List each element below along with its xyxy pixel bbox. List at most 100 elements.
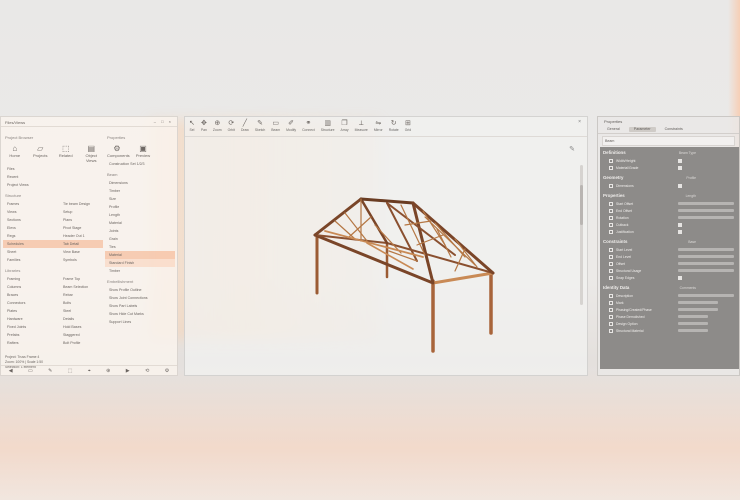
section-header[interactable]: Geometry Profile (603, 174, 736, 182)
list-item[interactable]: Regs Header Out 1 (3, 232, 103, 240)
check-item[interactable]: Show Part Labels (105, 302, 175, 310)
list-item[interactable]: Framing Frame Top (3, 275, 103, 283)
pencil-icon[interactable]: ✎ (48, 368, 52, 374)
add-icon[interactable]: ⊕ (106, 368, 110, 374)
back-icon[interactable]: ◀ (9, 368, 13, 374)
checkbox[interactable] (609, 307, 613, 312)
home-tile[interactable]: ⌂ Home (5, 144, 25, 163)
list-item[interactable]: Rafters Bolt Profile (3, 339, 103, 347)
value-field[interactable] (678, 262, 734, 265)
list-item[interactable]: Elevs Pivot Stage (3, 224, 103, 232)
property-search-input[interactable]: Beam (602, 136, 735, 146)
forward-icon[interactable]: ▶ (126, 368, 130, 374)
property-row[interactable]: Phase Demolished (603, 313, 736, 320)
window-controls[interactable]: – □ × (154, 119, 173, 124)
refresh-icon[interactable]: ⟲ (145, 368, 149, 374)
ribbon-beam[interactable]: ▭ Beam (271, 120, 280, 132)
list-item[interactable]: Families Symbols (3, 256, 103, 264)
checkbox[interactable] (609, 183, 613, 188)
prop-item[interactable]: Length (105, 211, 175, 219)
checkbox[interactable] (609, 275, 613, 280)
section-header[interactable]: Properties Length (603, 192, 736, 200)
ribbon-modify[interactable]: ✐ Modify (286, 120, 296, 132)
value-field[interactable] (678, 301, 718, 304)
property-row[interactable]: Start Offset (603, 200, 736, 207)
checkbox[interactable] (609, 293, 613, 298)
ribbon-orbit[interactable]: ⟳ Orbit (228, 120, 235, 132)
prop-item[interactable]: Grain (105, 235, 175, 243)
preview-tile[interactable]: ▣ Preview (133, 144, 153, 158)
value-field[interactable] (678, 248, 734, 251)
3d-viewport[interactable]: ↖ Sel ✥ Pan ⊕ Zoom ⟳ Orbit ╱ Draw ✎ Sketch ▭ Be… (184, 116, 588, 376)
value-field[interactable] (678, 329, 708, 332)
viewport-scrollbar[interactable] (580, 165, 583, 305)
value-check[interactable] (678, 275, 682, 280)
check-item[interactable]: Show Profile Outline (105, 286, 175, 294)
value-field[interactable] (678, 315, 708, 318)
gear-icon[interactable]: ⚙ (165, 368, 169, 374)
list-item[interactable]: Sections Plans (3, 216, 103, 224)
ribbon-draw[interactable]: ╱ Draw (241, 120, 249, 132)
property-row[interactable]: Snap Edges (603, 274, 736, 281)
value-field[interactable] (678, 216, 734, 219)
components-tile[interactable]: ⚙ Components (107, 144, 130, 158)
value-field[interactable] (678, 294, 734, 297)
list-item-selected[interactable]: Schedules Tab Detail (3, 240, 103, 248)
prop-item[interactable]: Size (105, 195, 175, 203)
property-row[interactable]: Dimensions (603, 182, 736, 189)
property-row[interactable]: Justification (603, 228, 736, 235)
timber-truss-model[interactable] (305, 195, 495, 355)
prop-item[interactable]: Dimensions (105, 179, 175, 187)
list-item[interactable]: Connectors Bolts (3, 299, 103, 307)
prop-item[interactable]: Timber (105, 187, 175, 195)
material-selected[interactable]: Standard Finish (105, 259, 175, 267)
ribbon-connect[interactable]: ⚭ Connect (302, 120, 315, 132)
property-row[interactable]: Material/Grade (603, 164, 736, 171)
property-row[interactable]: Cutback (603, 221, 736, 228)
property-row[interactable]: End Level (603, 253, 736, 260)
value-check[interactable] (678, 222, 682, 227)
ribbon-structure[interactable]: ▥ Structure (321, 120, 335, 132)
rafter[interactable] (359, 197, 389, 245)
section-header[interactable]: Identity Data Comments (603, 284, 736, 292)
value-field[interactable] (678, 322, 708, 325)
target-icon[interactable]: ⌖ (88, 368, 91, 374)
checkbox[interactable] (609, 328, 613, 333)
checkbox[interactable] (609, 300, 613, 305)
projects-tile[interactable]: ▱ Projects (31, 144, 51, 163)
check-item[interactable]: Show Hide Cut Marks (105, 310, 175, 318)
value-field[interactable] (678, 255, 734, 258)
prop-item[interactable]: Profile (105, 203, 175, 211)
ribbon-zoom[interactable]: ⊕ Zoom (213, 120, 222, 132)
property-row[interactable]: Mark (603, 299, 736, 306)
list-item[interactable]: Columns Beam Selection (3, 283, 103, 291)
check-item[interactable]: Show Joint Connections (105, 294, 175, 302)
checkbox[interactable] (609, 261, 613, 266)
checkbox[interactable] (609, 321, 613, 326)
property-row[interactable]: Rotation (603, 214, 736, 221)
property-row[interactable]: Offset (603, 260, 736, 267)
list-item[interactable]: Prefabs Staggered (3, 331, 103, 339)
prop-item[interactable]: Material (105, 219, 175, 227)
tab-parameter[interactable]: Parameter (628, 127, 656, 132)
checkbox[interactable] (609, 222, 613, 227)
checkbox[interactable] (609, 201, 613, 206)
nav-project-views[interactable]: Project Views (3, 181, 103, 189)
list-item[interactable]: Views Setup (3, 208, 103, 216)
list-item[interactable]: Frames Tie beam Design (3, 200, 103, 208)
property-row[interactable]: End Offset (603, 207, 736, 214)
list-item[interactable]: Plates Steel (3, 307, 103, 315)
ribbon-measure[interactable]: ⟂ Measure (355, 120, 368, 132)
ribbon-array[interactable]: ❐ Array (341, 120, 349, 132)
ribbon-rotate[interactable]: ↻ Rotate (389, 120, 399, 132)
scrollbar-thumb[interactable] (580, 185, 583, 225)
ribbon-pan[interactable]: ✥ Pan (201, 120, 207, 132)
rafter[interactable] (313, 197, 363, 237)
value-check[interactable] (678, 229, 682, 234)
ribbon-sketch[interactable]: ✎ Sketch (255, 120, 265, 132)
list-item[interactable]: Sheet View Base (3, 248, 103, 256)
tab-constraints[interactable]: Constraints (660, 127, 688, 132)
prop-item[interactable]: Joints (105, 227, 175, 235)
nav-recent[interactable]: Recent (3, 173, 103, 181)
ribbon-grid[interactable]: ⊞ Grid (405, 120, 411, 132)
